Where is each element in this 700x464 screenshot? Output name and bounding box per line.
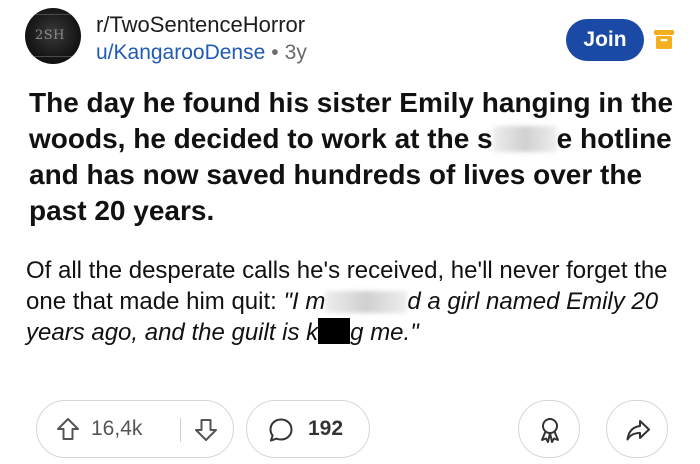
censored-block [318,318,351,344]
award-button[interactable] [518,400,580,458]
post-meta: u/KangarooDense • 3y [96,41,307,65]
comments-button[interactable]: 192 [246,400,370,458]
award-ribbon-icon [541,418,559,443]
comment-count: 192 [308,417,344,440]
post-age: 3y [284,41,307,64]
meta-separator: • [271,41,279,64]
censored-word [492,126,557,152]
share-arrow-icon [626,420,650,441]
vote-control: 16,4k [36,400,234,458]
subreddit-name[interactable]: r/TwoSentenceHorror [96,12,305,38]
post-title[interactable]: The day he found his sister Emily hangin… [29,85,679,229]
post-body: Of all the desperate calls he's received… [26,255,686,348]
censored-word [325,291,408,313]
vote-score: 16,4k [91,417,143,440]
join-button[interactable]: Join [566,19,644,61]
upvote-arrow-icon[interactable] [55,416,81,442]
share-button[interactable] [606,400,668,458]
avatar-text: 2SH [35,28,66,43]
vote-divider [180,418,181,442]
quote-part-3: g me." [350,319,419,346]
downvote-arrow-icon[interactable] [193,417,219,443]
author-username[interactable]: u/KangarooDense [96,41,265,64]
quote-part-1: "I m [283,288,326,315]
speech-bubble-icon [269,418,293,442]
subreddit-avatar[interactable]: 2SH [25,8,81,64]
reddit-post: 2SH r/TwoSentenceHorror u/KangarooDense •… [0,0,700,464]
archive-box-icon[interactable] [653,28,675,50]
